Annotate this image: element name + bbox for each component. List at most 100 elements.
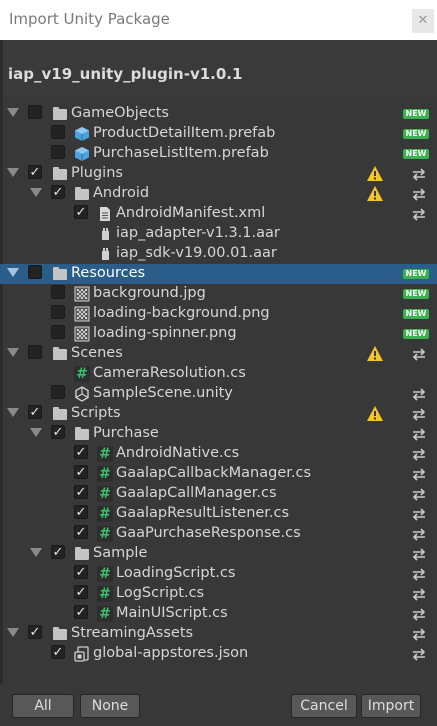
tree-row-androidnative[interactable]: ✓ # AndroidNative.cs xyxy=(0,444,437,464)
image-icon xyxy=(74,286,90,302)
checkbox[interactable]: ✓ xyxy=(74,585,88,599)
checkbox[interactable]: ✓ xyxy=(51,645,65,659)
checkbox[interactable]: ✓ xyxy=(51,545,65,559)
item-label: Scenes xyxy=(71,345,123,361)
tree-row-purchaselistitem[interactable]: PurchaseListItem.prefab NEW xyxy=(0,144,437,164)
folder-icon xyxy=(52,626,68,642)
tree-row-gaalapresultlistener[interactable]: ✓ # GaalapResultListener.cs xyxy=(0,504,437,524)
cs-script-icon: # xyxy=(97,486,113,502)
tree-row-gaalapcallbackmanager[interactable]: ✓ # GaalapCallbackManager.cs xyxy=(0,464,437,484)
checkbox[interactable]: ✓ xyxy=(74,505,88,519)
checkbox[interactable]: ✓ xyxy=(51,425,65,439)
tree-row-loading-background[interactable]: loading-background.png NEW xyxy=(0,304,437,324)
tree-row-scenes[interactable]: Scenes xyxy=(0,344,437,364)
changed-icon xyxy=(412,208,426,221)
select-all-button[interactable]: All xyxy=(12,694,74,718)
expand-arrow-icon[interactable] xyxy=(7,348,19,357)
checkbox[interactable]: ✓ xyxy=(74,205,88,219)
expand-arrow-icon[interactable] xyxy=(30,188,42,197)
checkbox[interactable]: ✓ xyxy=(51,185,65,199)
checkbox[interactable] xyxy=(51,125,65,139)
checkbox[interactable]: ✓ xyxy=(28,165,42,179)
checkbox[interactable] xyxy=(28,265,42,279)
item-label: iap_adapter-v1.3.1.aar xyxy=(116,225,280,241)
checkbox[interactable] xyxy=(51,145,65,159)
new-badge: NEW xyxy=(403,129,429,139)
expand-arrow-icon[interactable] xyxy=(7,408,19,417)
item-label: Purchase xyxy=(93,425,159,441)
expand-arrow-icon[interactable] xyxy=(7,108,19,117)
warning-icon xyxy=(367,186,383,201)
package-name: iap_v19_unity_plugin-v1.0.1 xyxy=(8,65,243,83)
tree-row-loadingscript[interactable]: ✓ # LoadingScript.cs xyxy=(0,564,437,584)
cs-script-icon: # xyxy=(74,366,90,382)
checkbox[interactable]: ✓ xyxy=(28,405,42,419)
close-icon[interactable]: ✕ xyxy=(412,9,434,33)
warning-icon xyxy=(367,346,383,361)
tree-row-gaalapcallmanager[interactable]: ✓ # GaalapCallManager.cs xyxy=(0,484,437,504)
expand-arrow-icon[interactable] xyxy=(30,548,42,557)
expand-arrow-icon[interactable] xyxy=(7,168,19,177)
checkbox[interactable] xyxy=(51,385,65,399)
item-label: GameObjects xyxy=(71,105,169,121)
select-none-button[interactable]: None xyxy=(80,694,140,718)
plugin-icon xyxy=(97,226,113,242)
tree-row-samplescene[interactable]: SampleScene.unity xyxy=(0,384,437,404)
checkbox[interactable] xyxy=(51,325,65,339)
changed-icon xyxy=(412,348,426,361)
tree-row-productdetailitem[interactable]: ProductDetailItem.prefab NEW xyxy=(0,124,437,144)
changed-icon xyxy=(412,168,426,181)
tree-row-android[interactable]: ✓ Android xyxy=(0,184,437,204)
tree-row-global-appstores[interactable]: ✓ global-appstores.json xyxy=(0,644,437,664)
tree-row-plugins[interactable]: ✓ Plugins xyxy=(0,164,437,184)
checkbox[interactable] xyxy=(28,105,42,119)
checkbox[interactable]: ✓ xyxy=(74,485,88,499)
tree-row-iap-adapter[interactable]: iap_adapter-v1.3.1.aar xyxy=(0,224,437,244)
tree-row-cameraresolution[interactable]: # CameraResolution.cs xyxy=(0,364,437,384)
checkbox[interactable]: ✓ xyxy=(74,605,88,619)
tree-row-gameobjects[interactable]: GameObjects NEW xyxy=(0,104,437,124)
checkbox[interactable] xyxy=(28,345,42,359)
checkbox[interactable]: ✓ xyxy=(74,565,88,579)
tree-row-mainuiscript[interactable]: ✓ # MainUIScript.cs xyxy=(0,604,437,624)
checkbox[interactable]: ✓ xyxy=(74,525,88,539)
tree-row-scripts[interactable]: ✓ Scripts xyxy=(0,404,437,424)
import-button[interactable]: Import xyxy=(361,694,421,718)
item-label: GaalapCallManager.cs xyxy=(116,485,277,501)
cancel-button[interactable]: Cancel xyxy=(291,694,357,718)
tree-row-androidmanifest[interactable]: ✓ AndroidManifest.xml xyxy=(0,204,437,224)
tree-row-resources[interactable]: Resources NEW xyxy=(0,264,437,284)
folder-icon xyxy=(52,406,68,422)
checkbox[interactable]: ✓ xyxy=(74,465,88,479)
checkbox[interactable] xyxy=(51,305,65,319)
new-badge: NEW xyxy=(403,109,429,119)
tree-row-iap-sdk[interactable]: iap_sdk-v19.00.01.aar xyxy=(0,244,437,264)
tree-row-gaapurchaseresponse[interactable]: ✓ # GaaPurchaseResponse.cs xyxy=(0,524,437,544)
changed-icon xyxy=(412,588,426,601)
changed-icon xyxy=(412,528,426,541)
tree-row-purchase[interactable]: ✓ Purchase xyxy=(0,424,437,444)
item-label: CameraResolution.cs xyxy=(93,365,246,381)
tree-row-loading-spinner[interactable]: loading-spinner.png NEW xyxy=(0,324,437,344)
cs-script-icon: # xyxy=(97,526,113,542)
expand-arrow-icon[interactable] xyxy=(7,628,19,637)
cs-script-icon: # xyxy=(97,446,113,462)
expand-arrow-icon[interactable] xyxy=(30,428,42,437)
folder-icon xyxy=(52,346,68,362)
checkbox[interactable] xyxy=(51,285,65,299)
changed-icon xyxy=(412,568,426,581)
tree-row-logscript[interactable]: ✓ # LogScript.cs xyxy=(0,584,437,604)
tree-row-sample[interactable]: ✓ Sample xyxy=(0,544,437,564)
checkbox[interactable]: ✓ xyxy=(28,625,42,639)
item-label: iap_sdk-v19.00.01.aar xyxy=(116,245,277,261)
expand-arrow-icon[interactable] xyxy=(7,268,19,277)
changed-icon xyxy=(412,188,426,201)
item-label: global-appstores.json xyxy=(93,645,249,661)
folder-icon xyxy=(74,426,90,442)
tree-row-background-jpg[interactable]: background.jpg NEW xyxy=(0,284,437,304)
checkbox[interactable]: ✓ xyxy=(74,445,88,459)
item-label: GaaPurchaseResponse.cs xyxy=(116,525,301,541)
item-label: Sample xyxy=(93,545,148,561)
tree-row-streamingassets[interactable]: ✓ StreamingAssets xyxy=(0,624,437,644)
cs-script-icon: # xyxy=(97,506,113,522)
